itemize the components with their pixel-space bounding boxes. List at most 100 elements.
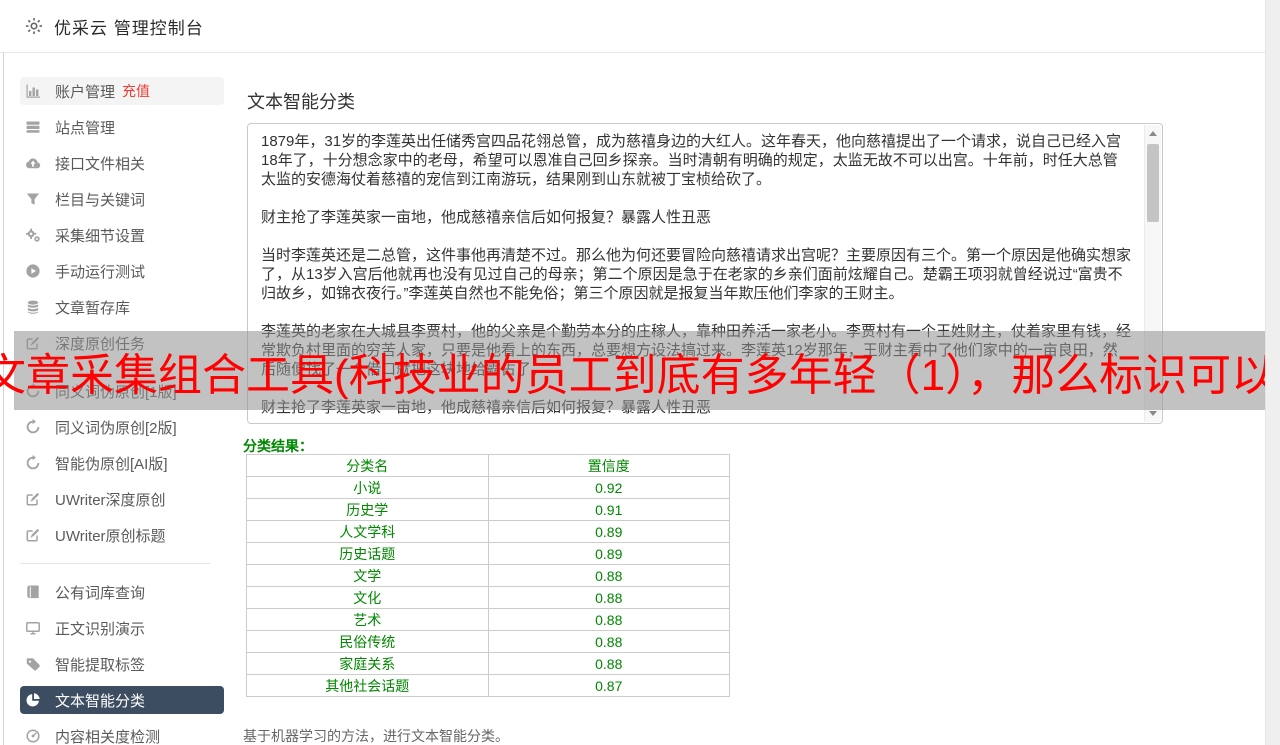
app-title: 优采云 管理控制台 xyxy=(54,18,204,38)
scroll-up-button[interactable] xyxy=(1145,125,1161,142)
confidence-cell: 0.88 xyxy=(487,608,730,631)
sidebar-item-label: 公有词库查询 xyxy=(55,584,146,602)
sidebar-item-ai-rewrite[interactable]: 智能伪原创[AI版] xyxy=(20,449,224,477)
sidebar-item-content-recognize[interactable]: 正文识别演示 xyxy=(20,614,224,642)
cloud-upload-icon xyxy=(25,155,41,171)
category-cell: 历史学 xyxy=(246,498,489,521)
sidebar-item-label: 站点管理 xyxy=(55,119,116,137)
sidebar-item-label: UWriter深度原创 xyxy=(55,491,166,509)
gauge-icon xyxy=(25,728,41,744)
confidence-cell: 0.88 xyxy=(487,652,730,675)
sidebar-item-label: 文本智能分类 xyxy=(55,692,146,710)
confidence-cell: 0.92 xyxy=(487,476,730,499)
server-rows-icon xyxy=(25,119,41,135)
sidebar-item-manual-run[interactable]: 手动运行测试 xyxy=(20,257,224,285)
sidebar-item-public-dict[interactable]: 公有词库查询 xyxy=(20,578,224,606)
sidebar-item-uwriter-title[interactable]: UWriter原创标题 xyxy=(20,521,224,549)
confidence-cell: 0.91 xyxy=(487,498,730,521)
sidebar-item-label: 内容相关度检测 xyxy=(55,728,161,745)
table-header-cell: 分类名 xyxy=(246,454,489,477)
textarea-paragraph: 1879年，31岁的李莲英出任储秀宫四品花翎总管，成为慈禧身边的大红人。这年春天… xyxy=(261,133,1122,188)
sidebar-item-columns-keywords[interactable]: 栏目与关键词 xyxy=(20,185,224,213)
table-row: 文化 0.88 xyxy=(246,586,730,609)
sidebar-item-uwriter-deep[interactable]: UWriter深度原创 xyxy=(20,485,224,513)
table-row: 文学 0.88 xyxy=(246,564,730,587)
triangle-up-icon xyxy=(1149,131,1157,136)
sidebar-item-label: 智能提取标签 xyxy=(55,656,146,674)
confidence-cell: 0.87 xyxy=(487,674,730,697)
confidence-cell: 0.88 xyxy=(487,630,730,653)
table-row: 小说 0.92 xyxy=(246,476,730,499)
scrollbar-thumb[interactable] xyxy=(1147,144,1159,222)
table-row: 艺术 0.88 xyxy=(246,608,730,631)
database-icon xyxy=(25,299,41,315)
page-title: 文本智能分类 xyxy=(247,92,355,112)
sidebar-item-content-relevance[interactable]: 内容相关度检测 xyxy=(20,722,224,745)
category-cell: 民俗传统 xyxy=(246,630,489,653)
triangle-down-icon xyxy=(1149,411,1157,416)
sidebar-item-synonym-rewrite-2[interactable]: 同义词伪原创[2版] xyxy=(20,413,224,441)
table-row: 家庭关系 0.88 xyxy=(246,652,730,675)
table-header-cell: 置信度 xyxy=(487,454,730,477)
sidebar-item-label: 智能伪原创[AI版] xyxy=(55,455,168,473)
pie-chart-icon xyxy=(25,692,41,708)
recharge-badge[interactable]: 充值 xyxy=(122,81,150,101)
sidebar-item-smart-tags[interactable]: 智能提取标签 xyxy=(20,650,224,678)
sidebar-item-collect-settings[interactable]: 采集细节设置 xyxy=(20,221,224,249)
sidebar-item-sites[interactable]: 站点管理 xyxy=(20,113,224,141)
refresh-icon xyxy=(25,419,41,435)
sidebar-item-label: 手动运行测试 xyxy=(55,263,146,281)
confidence-cell: 0.89 xyxy=(487,520,730,543)
sidebar-item-label: UWriter原创标题 xyxy=(55,527,166,545)
edit-icon xyxy=(25,491,41,507)
bar-chart-icon xyxy=(25,83,41,99)
sidebar-item-api-files[interactable]: 接口文件相关 xyxy=(20,149,224,177)
result-label: 分类结果： xyxy=(243,438,313,454)
textarea-paragraph: 财主抢了李莲英家一亩地，他成慈禧亲信后如何报复？暴露人性丑恶 xyxy=(261,209,712,226)
table-row: 人文学科 0.89 xyxy=(246,520,730,543)
edit-icon xyxy=(25,527,41,543)
category-cell: 其他社会话题 xyxy=(246,674,489,697)
gear-icon xyxy=(26,18,42,34)
overlay-banner-text: 文章采集组合工具(科技业的员工到底有多年轻（1），那么标识可以是 xyxy=(0,350,1280,400)
filter-icon xyxy=(25,191,41,207)
sidebar-item-label: 同义词伪原创[2版] xyxy=(55,419,177,437)
book-icon xyxy=(25,584,41,600)
table-row: 民俗传统 0.88 xyxy=(246,630,730,653)
category-cell: 文化 xyxy=(246,586,489,609)
category-cell: 艺术 xyxy=(246,608,489,631)
sidebar-item-label: 栏目与关键词 xyxy=(55,191,146,209)
sidebar-item-label: 接口文件相关 xyxy=(55,155,146,173)
textarea-paragraph: 当时李莲英还是二总管，这件事他再清楚不过。那么他为何还要冒险向慈禧请求出宫呢？主… xyxy=(261,247,1132,302)
sidebar-item-article-store[interactable]: 文章暂存库 xyxy=(20,293,224,321)
table-row: 历史话题 0.89 xyxy=(246,542,730,565)
footnote-text: 基于机器学习的方法，进行文本智能分类。 xyxy=(243,728,509,744)
monitor-icon xyxy=(25,620,41,636)
category-cell: 文学 xyxy=(246,564,489,587)
confidence-cell: 0.89 xyxy=(487,542,730,565)
sidebar-item-label: 正文识别演示 xyxy=(55,620,146,638)
sidebar-divider xyxy=(20,563,210,564)
refresh-icon xyxy=(25,455,41,471)
page-scrollbar[interactable] xyxy=(1265,0,1280,745)
table-header-row: 分类名 置信度 xyxy=(246,454,730,477)
gears-icon xyxy=(25,227,41,243)
classification-table: 分类名 置信度 小说 0.92 历史学 0.91 人文学科 0.89 历史话题 0.89 文学 0.… xyxy=(246,454,730,697)
confidence-cell: 0.88 xyxy=(487,586,730,609)
category-cell: 小说 xyxy=(246,476,489,499)
app-window: 优采云 管理控制台 账户管理 充值 站点管理 接口文件相关 栏目与关键词 采集细节设置 手动… xyxy=(0,0,1280,745)
category-cell: 历史话题 xyxy=(246,542,489,565)
app-header: 优采云 管理控制台 xyxy=(0,0,1280,53)
confidence-cell: 0.88 xyxy=(487,564,730,587)
table-row: 其他社会话题 0.87 xyxy=(246,674,730,697)
tag-icon xyxy=(25,656,41,672)
sidebar-item-text-classify[interactable]: 文本智能分类 xyxy=(20,686,224,714)
sidebar-item-label: 文章暂存库 xyxy=(55,299,131,317)
sidebar-item-label: 采集细节设置 xyxy=(55,227,146,245)
category-cell: 家庭关系 xyxy=(246,652,489,675)
category-cell: 人文学科 xyxy=(246,520,489,543)
play-circle-icon xyxy=(25,263,41,279)
table-row: 历史学 0.91 xyxy=(246,498,730,521)
sidebar-item-label: 账户管理 xyxy=(55,83,116,101)
sidebar-item-account[interactable]: 账户管理 充值 xyxy=(20,77,224,105)
